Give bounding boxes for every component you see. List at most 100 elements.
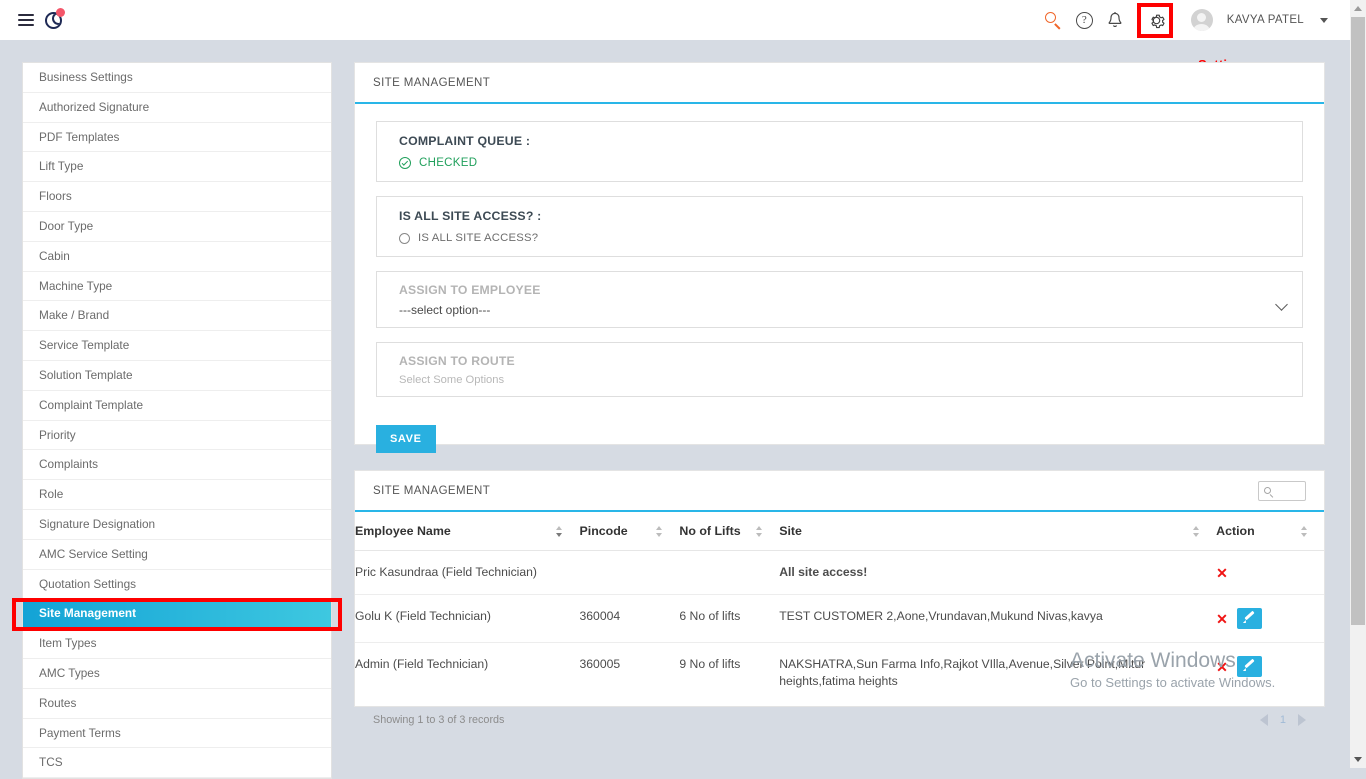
sidebar-item-routes[interactable]: Routes <box>23 689 331 719</box>
sidebar-item-priority[interactable]: Priority <box>23 421 331 451</box>
form-panel-header: SITE MANAGEMENT <box>355 63 1324 104</box>
form-body: COMPLAINT QUEUE : CHECKED IS ALL SITE AC… <box>355 104 1324 471</box>
column-header-employee-name[interactable]: Employee Name <box>355 512 580 551</box>
all-site-access-field: IS ALL SITE ACCESS? : IS ALL SITE ACCESS… <box>376 196 1303 257</box>
check-circle-icon[interactable] <box>399 157 411 169</box>
cell-pincode: 360004 <box>579 594 680 643</box>
search-icon[interactable] <box>1044 11 1062 30</box>
sidebar-item-amc-types[interactable]: AMC Types <box>23 659 331 689</box>
header-actions: ? KAVYA PATEL <box>1044 0 1350 40</box>
delete-cross-icon[interactable]: ✕ <box>1216 660 1228 674</box>
complaint-queue-option[interactable]: CHECKED <box>399 157 1302 169</box>
all-site-access-option-label: IS ALL SITE ACCESS? <box>418 232 539 244</box>
page-scrollbar[interactable] <box>1350 0 1366 768</box>
notification-bell-icon[interactable] <box>1107 11 1123 29</box>
assign-to-route-placeholder: Select Some Options <box>399 374 505 386</box>
column-header-pincode[interactable]: Pincode <box>579 512 680 551</box>
sidebar-item-cabin[interactable]: Cabin <box>23 242 331 272</box>
table-body: Pric Kasundraa (Field Technician) All sit… <box>355 550 1324 704</box>
cell-action: ✕ <box>1216 594 1324 643</box>
sidebar-item-tcs[interactable]: TCS <box>23 748 331 779</box>
help-circle-icon[interactable]: ? <box>1075 11 1093 29</box>
settings-sidebar: Business Settings Authorized Signature PDF… <box>22 62 332 779</box>
hamburger-menu-icon[interactable] <box>18 14 34 26</box>
table-search-input[interactable] <box>1258 480 1306 501</box>
chevron-left-icon[interactable] <box>1259 714 1268 726</box>
top-header-bar: ? KAVYA PATEL <box>0 0 1350 40</box>
radio-unchecked-icon[interactable] <box>399 232 410 244</box>
scrollbar-up-arrow-icon[interactable] <box>1350 0 1366 17</box>
chevron-right-icon[interactable] <box>1298 714 1306 726</box>
chevron-down-icon[interactable] <box>1320 17 1328 23</box>
sidebar-item-signature-designation[interactable]: Signature Designation <box>23 510 331 540</box>
sidebar-item-service-template[interactable]: Service Template <box>23 331 331 361</box>
column-header-label: No of Lifts <box>679 524 741 538</box>
scrollbar-thumb[interactable] <box>1351 17 1365 625</box>
delete-cross-icon[interactable]: ✕ <box>1216 612 1228 626</box>
complaint-queue-field: COMPLAINT QUEUE : CHECKED <box>376 121 1303 182</box>
sidebar-item-amc-service-setting[interactable]: AMC Service Setting <box>23 540 331 570</box>
assign-to-employee-label: ASSIGN TO EMPLOYEE <box>399 283 541 297</box>
sidebar-item-authorized-signature[interactable]: Authorized Signature <box>23 93 331 123</box>
column-header-action[interactable]: Action <box>1216 512 1324 551</box>
table-row: Pric Kasundraa (Field Technician) All sit… <box>355 550 1324 595</box>
all-site-access-label: IS ALL SITE ACCESS? : <box>399 209 542 223</box>
sidebar-item-complaint-template[interactable]: Complaint Template <box>23 391 331 421</box>
cell-pincode <box>579 550 680 595</box>
table-header-row: Employee Name Pincode No of Lifts Site Actio… <box>355 512 1324 551</box>
globe-logo-icon[interactable] <box>40 7 66 33</box>
settings-gear-button[interactable] <box>1136 0 1177 40</box>
user-name-label[interactable]: KAVYA PATEL <box>1227 14 1304 26</box>
sidebar-item-item-types[interactable]: Item Types <box>23 629 331 659</box>
assign-to-route-select[interactable]: ASSIGN TO ROUTE Select Some Options <box>376 342 1303 397</box>
sidebar-item-floors[interactable]: Floors <box>23 182 331 212</box>
sort-toggle-icon[interactable] <box>656 525 665 537</box>
form-panel-title: SITE MANAGEMENT <box>373 76 491 89</box>
cell-action: ✕ <box>1216 643 1324 704</box>
pagination-page-1[interactable]: 1 <box>1280 714 1286 726</box>
edit-pencil-icon[interactable] <box>1236 608 1262 629</box>
save-button[interactable]: SAVE <box>376 425 436 453</box>
site-management-table: Employee Name Pincode No of Lifts Site Actio… <box>355 512 1324 703</box>
cell-site: All site access! <box>779 550 1217 595</box>
all-site-access-option[interactable]: IS ALL SITE ACCESS? <box>399 232 1302 244</box>
user-avatar-icon[interactable] <box>1190 9 1213 31</box>
sort-toggle-icon[interactable] <box>556 525 565 537</box>
scrollbar-down-arrow-icon[interactable] <box>1350 751 1366 768</box>
sidebar-item-pdf-templates[interactable]: PDF Templates <box>23 123 331 153</box>
cell-site: NAKSHATRA,Sun Farma Info,Rajkot VIlla,Av… <box>779 657 1146 688</box>
column-header-site[interactable]: Site <box>779 512 1217 551</box>
pagination[interactable]: 1 <box>1259 714 1306 726</box>
assign-to-route-label: ASSIGN TO ROUTE <box>399 354 515 368</box>
edit-pencil-icon[interactable] <box>1236 656 1262 677</box>
search-icon <box>1264 486 1271 494</box>
settings-gear-icon <box>1151 14 1165 28</box>
sidebar-item-door-type[interactable]: Door Type <box>23 212 331 242</box>
sidebar-item-site-management[interactable]: Site Management <box>23 599 331 630</box>
sidebar-item-business-settings[interactable]: Business Settings <box>23 63 331 93</box>
assign-to-employee-select[interactable]: ASSIGN TO EMPLOYEE ---select option--- <box>376 271 1303 328</box>
sidebar-item-complaints[interactable]: Complaints <box>23 450 331 481</box>
complaint-queue-option-label: CHECKED <box>419 157 478 169</box>
cell-employee-name: Pric Kasundraa (Field Technician) <box>355 550 580 595</box>
column-header-label: Action <box>1216 524 1255 538</box>
cell-employee-name: Golu K (Field Technician) <box>355 594 580 643</box>
sort-toggle-icon[interactable] <box>1301 525 1310 537</box>
sort-toggle-icon[interactable] <box>1193 525 1202 537</box>
sidebar-item-role[interactable]: Role <box>23 480 331 510</box>
cell-site: TEST CUSTOMER 2,Aone,Vrundavan,Mukund Ni… <box>779 594 1217 643</box>
sidebar-item-make-brand[interactable]: Make / Brand <box>23 301 331 332</box>
sidebar-item-lift-type[interactable]: Lift Type <box>23 152 331 183</box>
sidebar-item-quotation-settings[interactable]: Quotation Settings <box>23 570 331 600</box>
site-management-form-panel: SITE MANAGEMENT COMPLAINT QUEUE : CHECKE… <box>354 62 1325 453</box>
records-summary: Showing 1 to 3 of 3 records <box>373 714 505 726</box>
delete-cross-icon[interactable]: ✕ <box>1216 566 1228 580</box>
sidebar-item-payment-terms[interactable]: Payment Terms <box>23 719 331 749</box>
sidebar-item-machine-type[interactable]: Machine Type <box>23 272 331 302</box>
sidebar-item-solution-template[interactable]: Solution Template <box>23 361 331 391</box>
cell-pincode: 360005 <box>579 657 621 671</box>
sort-toggle-icon[interactable] <box>756 525 765 537</box>
table-row: Admin (Field Technician) 360005 9 No of li… <box>355 643 1324 704</box>
column-header-label: Site <box>779 524 802 538</box>
column-header-no-of-lifts[interactable]: No of Lifts <box>679 512 780 551</box>
